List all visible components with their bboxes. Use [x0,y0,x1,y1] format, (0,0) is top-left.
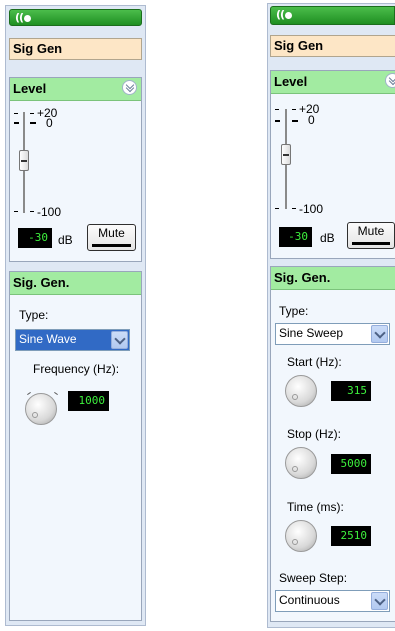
scale-tick [30,122,36,124]
type-select[interactable]: Sine Sweep [275,323,390,345]
siggen-header: Sig. Gen. [10,272,141,295]
level-slider-thumb[interactable] [19,150,29,171]
type-label: Type: [19,308,49,322]
frequency-display[interactable]: 1000 [68,391,109,411]
level-header[interactable]: Level [10,78,141,101]
dropdown-arrow-icon[interactable] [111,331,128,349]
scale-label-bottom: -100 [299,202,324,216]
scale-label-mid: 0 [46,116,53,130]
sweep-step-select[interactable]: Continuous [275,590,390,612]
level-header-label: Level [13,81,47,96]
siggen-section: Sig. Gen. Type: Sine Sweep Start (Hz): 3… [270,266,395,622]
level-section: Level +20 0 -100 -30 dB Mute [9,77,142,262]
scale-label-bottom: -100 [37,205,62,219]
level-header-label: Level [274,74,308,89]
mute-indicator [92,244,131,247]
type-select-value: Sine Wave [19,332,77,346]
block-name: Sig Gen [270,35,395,57]
time-display[interactable]: 2510 [331,526,371,546]
dropdown-arrow-icon[interactable] [371,592,388,610]
stop-label: Stop (Hz): [287,427,342,441]
start-display[interactable]: 315 [331,381,371,401]
frequency-knob[interactable] [25,393,57,425]
scale-tick [14,122,19,124]
time-knob[interactable] [285,520,317,552]
siggen-header: Sig. Gen. [271,267,395,290]
scale-label-mid: 0 [308,113,315,127]
sig-gen-panel-left: (( Sig Gen Level +20 0 -100 -30 dB Mute … [5,5,146,626]
scale-tick [30,211,34,212]
broadcast-icon: (( [276,9,293,21]
block-name: Sig Gen [9,38,142,60]
mute-indicator [352,242,390,245]
scale-tick [14,211,18,212]
mute-button[interactable]: Mute [87,224,136,251]
chevron-down-icon[interactable] [122,80,137,95]
scale-tick [275,109,279,110]
stop-display[interactable]: 5000 [331,454,371,474]
time-label: Time (ms): [287,500,344,514]
type-select[interactable]: Sine Wave [15,329,130,351]
frequency-label: Frequency (Hz): [33,362,120,376]
scale-tick [14,113,18,114]
level-slider-thumb[interactable] [281,144,291,165]
level-display[interactable]: -30 [279,227,312,247]
mute-button[interactable]: Mute [347,222,395,249]
siggen-section: Sig. Gen. Type: Sine Wave Frequency (Hz)… [9,271,142,621]
start-knob[interactable] [285,375,317,407]
broadcast-icon: (( [15,12,32,24]
level-header[interactable]: Level [271,71,395,94]
level-display[interactable]: -30 [18,228,52,248]
mute-label: Mute [98,226,125,240]
dropdown-arrow-icon[interactable] [371,325,388,343]
sweep-step-value: Continuous [279,593,340,607]
scale-tick [292,208,296,209]
titlebar[interactable]: (( [270,6,395,25]
scale-tick [275,120,280,122]
level-unit: dB [320,231,335,245]
scale-tick [292,109,296,110]
level-unit: dB [58,233,73,247]
mute-label: Mute [357,224,385,238]
type-select-value: Sine Sweep [279,326,344,340]
knob-tick [27,391,31,396]
scale-tick [275,208,279,209]
stop-knob[interactable] [285,447,317,479]
level-section: Level +20 0 -100 -30 dB Mute [270,70,395,259]
scale-tick [30,113,34,114]
start-label: Start (Hz): [287,355,342,369]
type-label: Type: [279,304,309,318]
titlebar[interactable]: (( [9,9,142,26]
chevron-down-icon[interactable] [385,73,395,88]
knob-tick [54,391,58,396]
scale-tick [292,120,298,122]
sweep-step-label: Sweep Step: [279,571,348,585]
sig-gen-panel-right: (( Sig Gen Level +20 0 -100 -30 dB Mute … [267,3,395,628]
